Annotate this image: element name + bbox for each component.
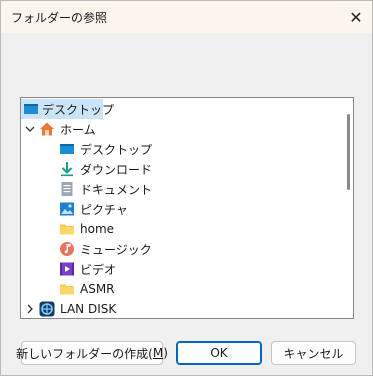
title-bar: フォルダーの参照 ✕ (1, 1, 372, 33)
tree-item-label: home (80, 222, 115, 236)
tree-item-lan-disk[interactable]: LAN DISK (39, 299, 117, 318)
browse-folder-dialog: フォルダーの参照 ✕ デスクトップ ホーム デスクトップ ダウンロード ドキュメ… (0, 0, 373, 376)
tree-item-label: LAN DISK (60, 302, 117, 316)
home-icon (39, 121, 55, 137)
tree-item-pictures[interactable]: ピクチャ (59, 199, 128, 219)
folder-icon (59, 221, 75, 237)
tree-item-desktop-root[interactable]: デスクトップ (21, 99, 114, 119)
desktop-icon (59, 141, 75, 157)
new-folder-accesskey: M (152, 346, 164, 360)
folder-tree[interactable]: デスクトップ ホーム デスクトップ ダウンロード ドキュメント ピクチャ hom… (20, 97, 354, 319)
tree-item-label: ホーム (60, 122, 96, 137)
new-folder-label: 新しいフォルダーの作成( (16, 346, 153, 361)
tree-item-label: ピクチャ (80, 202, 128, 217)
tree-item-videos[interactable]: ビデオ (59, 259, 116, 279)
chevron-right-icon[interactable] (25, 304, 35, 314)
music-icon (59, 241, 75, 257)
ok-button[interactable]: OK (176, 341, 262, 365)
tree-item-home[interactable]: ホーム (39, 119, 96, 139)
tree-item-label: デスクトップ (42, 102, 115, 117)
tree-item-label: ドキュメント (80, 182, 153, 197)
close-icon: ✕ (349, 7, 363, 27)
cancel-label: キャンセル (283, 346, 344, 361)
folder-icon (59, 281, 75, 297)
window-title: フォルダーの参照 (11, 11, 108, 25)
tree-item-label: ダウンロード (80, 162, 153, 177)
document-icon (59, 181, 75, 197)
tree-item-home-folder[interactable]: home (59, 219, 114, 239)
tree-item-label: ミュージック (80, 242, 152, 257)
tree-item-label: デスクトップ (80, 142, 153, 157)
new-folder-button[interactable]: 新しいフォルダーの作成(M) (16, 341, 168, 365)
tree-item-asmr[interactable]: ASMR (59, 279, 115, 299)
close-button[interactable]: ✕ (340, 1, 372, 33)
download-icon (59, 161, 75, 177)
tree-item-label: ビデオ (80, 262, 117, 277)
tree-item-downloads[interactable]: ダウンロード (59, 159, 152, 179)
tree-item-music[interactable]: ミュージック (59, 239, 152, 259)
cancel-button[interactable]: キャンセル (271, 341, 356, 365)
tree-item-desktop[interactable]: デスクトップ (59, 139, 152, 159)
new-folder-label-end: ) (163, 346, 168, 360)
video-icon (59, 261, 75, 277)
vertical-scrollbar[interactable] (347, 114, 350, 190)
pictures-icon (59, 201, 75, 217)
chevron-down-icon[interactable] (25, 124, 35, 134)
desktop-icon (23, 101, 39, 117)
tree-item-documents[interactable]: ドキュメント (59, 179, 152, 199)
tree-item-label: ASMR (80, 282, 115, 296)
ok-label: OK (210, 346, 228, 360)
network-drive-icon (39, 301, 55, 317)
